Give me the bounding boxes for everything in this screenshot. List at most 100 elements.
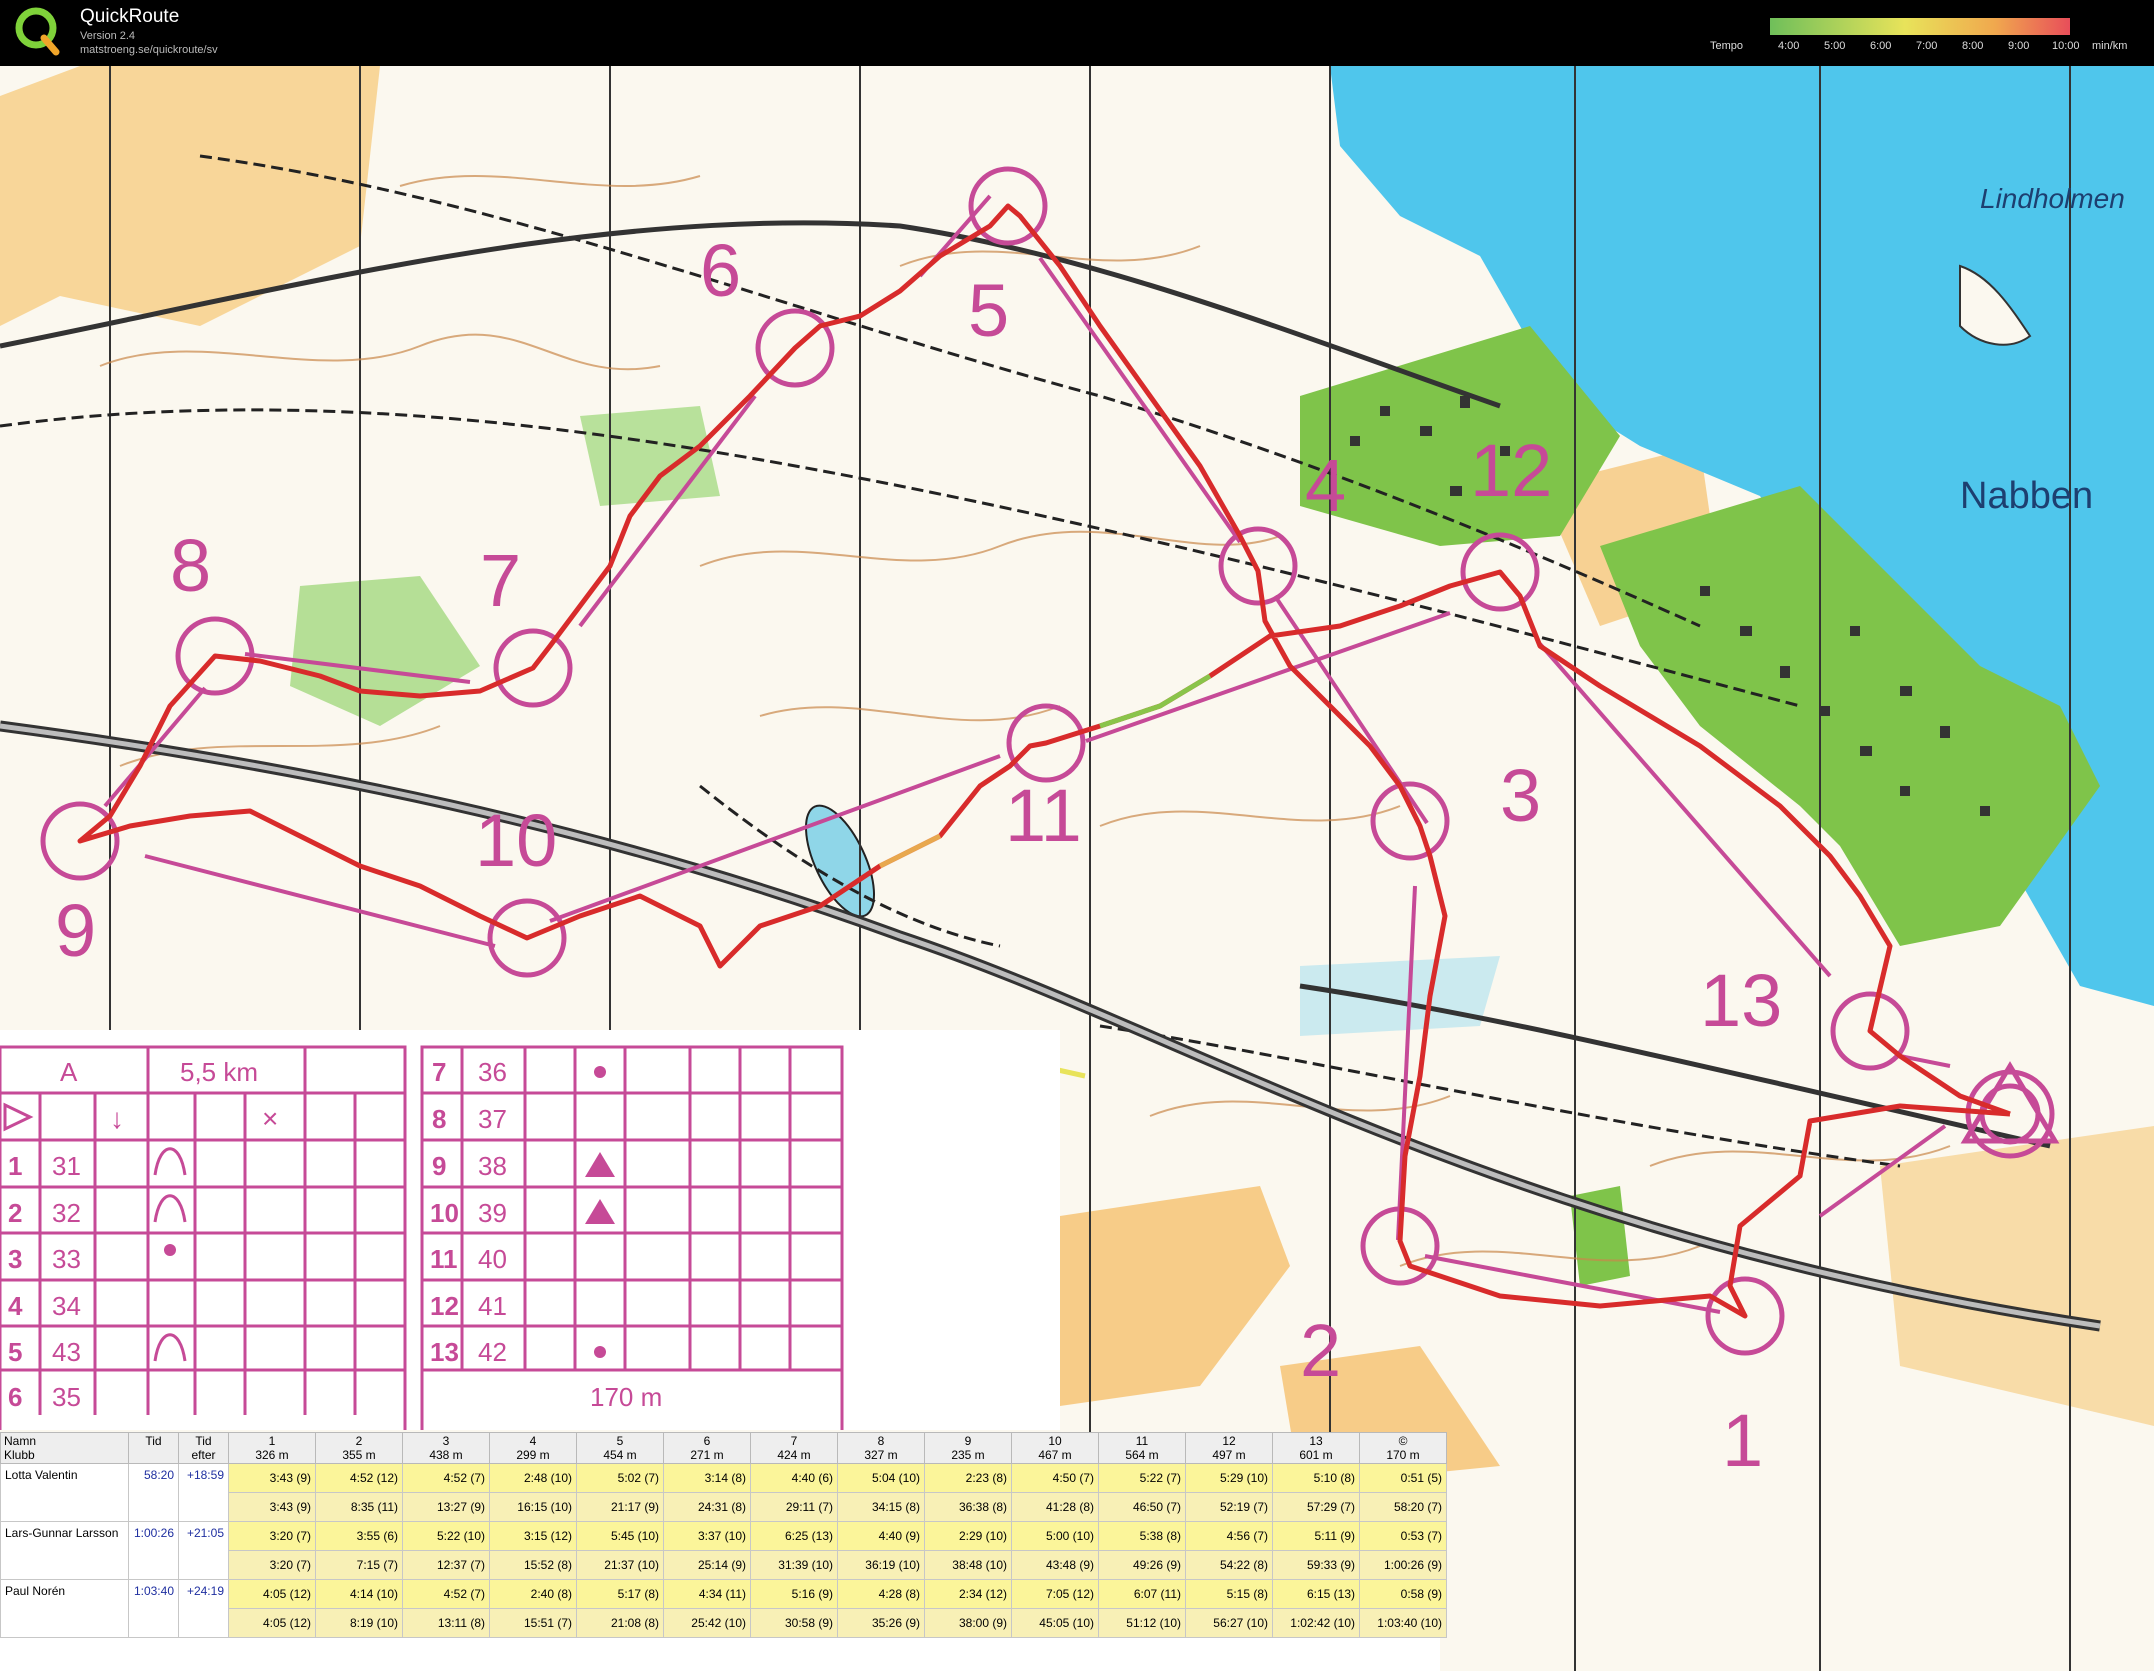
leg-split: 2:40 (8)	[489, 1579, 577, 1609]
control-number: 3	[1500, 754, 1541, 837]
cumulative-split: 3:20 (7)	[228, 1550, 316, 1580]
leg-split: 4:52 (12)	[315, 1463, 403, 1493]
cumulative-split: 7:15 (7)	[315, 1550, 403, 1580]
leg-split: 6:25 (13)	[750, 1521, 838, 1551]
leg-split: 3:20 (7)	[228, 1521, 316, 1551]
card-row-code: 37	[478, 1104, 507, 1134]
leg-split: 6:07 (11)	[1098, 1579, 1186, 1609]
tempo-tick: 4:00	[1778, 40, 1800, 52]
leg-split: 4:34 (11)	[663, 1579, 751, 1609]
runner-row-legs[interactable]: Lars-Gunnar Larsson 1:00:26 +21:05 3:20 (7)…	[0, 1521, 1447, 1580]
cumulative-split: 8:35 (11)	[315, 1492, 403, 1522]
leg-split: 0:58 (9)	[1359, 1579, 1447, 1609]
card-row-num: 6	[8, 1382, 22, 1412]
leg-split: 4:40 (6)	[750, 1463, 838, 1493]
header-behind: Tid efter	[178, 1432, 229, 1464]
card-row-code: 39	[478, 1198, 507, 1228]
card-row-num: 9	[432, 1151, 446, 1181]
app-title: QuickRoute	[80, 6, 180, 27]
tempo-tick: 8:00	[1962, 40, 1984, 52]
cumulative-split: 57:29 (7)	[1272, 1492, 1360, 1522]
quickroute-logo	[15, 7, 60, 56]
control-number: 4	[1305, 444, 1346, 527]
runner-name: Lars-Gunnar Larsson	[0, 1521, 129, 1580]
cumulative-split: 36:19 (10)	[837, 1550, 925, 1580]
card-class: A	[60, 1057, 78, 1087]
cumulative-split: 8:19 (10)	[315, 1608, 403, 1638]
runner-behind: +24:19	[178, 1579, 229, 1638]
svg-text:×: ×	[262, 1103, 278, 1134]
cumulative-split: 36:38 (8)	[924, 1492, 1012, 1522]
leg-split: 4:14 (10)	[315, 1579, 403, 1609]
app-version: Version 2.4	[80, 30, 136, 42]
control-number: 11	[1005, 774, 1082, 857]
leg-split: 4:56 (7)	[1185, 1521, 1273, 1551]
control-number: 1	[1722, 1399, 1763, 1482]
place-name-lindholmen: Lindholmen	[1980, 183, 2125, 214]
app-header: QuickRoute Version 2.4 matstroeng.se/qui…	[0, 0, 2154, 66]
control-number: 6	[700, 229, 741, 312]
leg-split: 4:52 (7)	[402, 1463, 490, 1493]
card-row-num: 1	[8, 1151, 22, 1181]
leg-split: 2:23 (8)	[924, 1463, 1012, 1493]
leg-split: 3:55 (6)	[315, 1521, 403, 1551]
card-finish-distance: 170 m	[590, 1382, 662, 1412]
cumulative-split: 15:52 (8)	[489, 1550, 577, 1580]
leg-split: 6:15 (13)	[1272, 1579, 1360, 1609]
leg-split: 3:14 (8)	[663, 1463, 751, 1493]
card-distance: 5,5 km	[180, 1057, 258, 1087]
leg-split: 5:22 (7)	[1098, 1463, 1186, 1493]
leg-split: 5:11 (9)	[1272, 1521, 1360, 1551]
cumulative-split: 41:28 (8)	[1011, 1492, 1099, 1522]
leg-split: 5:45 (10)	[576, 1521, 664, 1551]
tempo-color-scale	[1770, 18, 2070, 35]
card-row-num: 12	[430, 1291, 459, 1321]
cumulative-split: 1:03:40 (10)	[1359, 1608, 1447, 1638]
cumulative-split: 12:37 (7)	[402, 1550, 490, 1580]
leg-split: 4:50 (7)	[1011, 1463, 1099, 1493]
leg-split: 5:29 (10)	[1185, 1463, 1273, 1493]
control-number: 5	[968, 269, 1009, 352]
app-url: matstroeng.se/quickroute/sv	[80, 44, 218, 56]
card-row-code: 38	[478, 1151, 507, 1181]
cumulative-split: 31:39 (10)	[750, 1550, 838, 1580]
control-number: 8	[170, 524, 211, 607]
tempo-tick: 9:00	[2008, 40, 2030, 52]
control-number: 13	[1700, 959, 1782, 1042]
cumulative-split: 24:31 (8)	[663, 1492, 751, 1522]
cumulative-split: 1:00:26 (9)	[1359, 1550, 1447, 1580]
card-row-code: 40	[478, 1244, 507, 1274]
runner-row-legs[interactable]: Paul Norén 1:03:40 +24:19 4:05 (12) 4:14 (10…	[0, 1579, 1447, 1638]
cumulative-split: 59:33 (9)	[1272, 1550, 1360, 1580]
cumulative-split: 29:11 (7)	[750, 1492, 838, 1522]
leg-split: 4:05 (12)	[228, 1579, 316, 1609]
cumulative-split: 4:05 (12)	[228, 1608, 316, 1638]
orienteering-map[interactable]: 1 2 3 4 5 6 7 8 9 10 11 12 13 Lindholmen…	[0, 66, 2154, 1671]
card-row-code: 32	[52, 1198, 81, 1228]
tempo-tick-labels: 4:00 5:00 6:00 7:00 8:00 9:00 10:00 min/…	[1768, 40, 2138, 54]
runner-time: 1:00:26	[128, 1521, 179, 1580]
cumulative-split: 25:42 (10)	[663, 1608, 751, 1638]
runner-row-legs[interactable]: Lotta Valentin 58:20 +18:59 3:43 (9) 4:52 (1…	[0, 1463, 1447, 1522]
leg-split: 5:00 (10)	[1011, 1521, 1099, 1551]
leg-split: 5:16 (9)	[750, 1579, 838, 1609]
cumulative-split: 1:02:42 (10)	[1272, 1608, 1360, 1638]
control-number: 10	[475, 799, 557, 882]
svg-text:↓: ↓	[110, 1103, 124, 1134]
leg-split: 2:34 (12)	[924, 1579, 1012, 1609]
cumulative-split: 13:27 (9)	[402, 1492, 490, 1522]
cumulative-split: 58:20 (7)	[1359, 1492, 1447, 1522]
leg-split: 4:40 (9)	[837, 1521, 925, 1551]
runner-name: Paul Norén	[0, 1579, 129, 1638]
runner-behind: +18:59	[178, 1463, 229, 1522]
cumulative-split: 21:37 (10)	[576, 1550, 664, 1580]
cumulative-split: 46:50 (7)	[1098, 1492, 1186, 1522]
cumulative-split: 45:05 (10)	[1011, 1608, 1099, 1638]
place-name-nabben: Nabben	[1960, 475, 2093, 517]
card-row-code: 43	[52, 1337, 81, 1367]
split-times-table: Namn Klubb Tid Tid efter 1 326 m 2 355 m 34…	[0, 1432, 1447, 1671]
leg-split: 5:17 (8)	[576, 1579, 664, 1609]
leg-split: 0:51 (5)	[1359, 1463, 1447, 1493]
cumulative-split: 35:26 (9)	[837, 1608, 925, 1638]
runner-name: Lotta Valentin	[0, 1463, 129, 1522]
